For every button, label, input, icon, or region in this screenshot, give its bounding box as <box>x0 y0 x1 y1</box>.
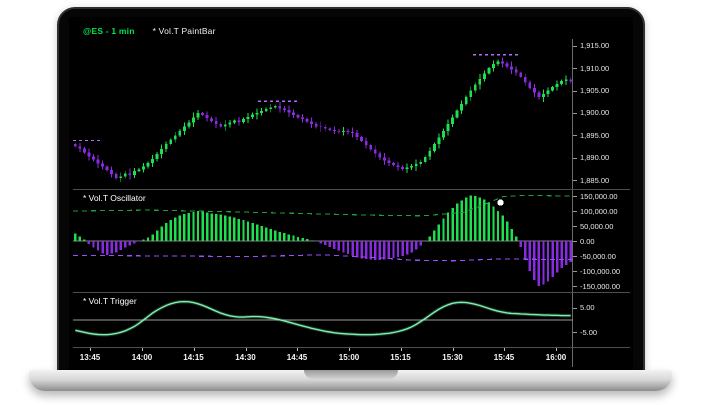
time-axis-tick <box>194 348 195 351</box>
laptop-mockup: @ES - 1 min * Vol.T PaintBar 1,915.001,9… <box>0 0 701 405</box>
y-axis-label: 1,905.00 <box>580 86 609 95</box>
trigger-plot[interactable]: * Vol.T Trigger <box>73 293 573 347</box>
time-axis-tick <box>246 348 247 351</box>
price-candles-svg[interactable] <box>73 39 573 189</box>
y-axis-tick <box>573 68 577 69</box>
time-axis[interactable]: 13:45 14:00 14:15 14:30 14:45 15:00 15:15 15:30… <box>73 348 573 367</box>
oscillator-title[interactable]: * Vol.T Oscillator <box>83 193 146 203</box>
y-axis-label: 1,890.00 <box>580 153 609 162</box>
y-axis-label: 1,900.00 <box>580 108 609 117</box>
y-axis-label: -100,000.00 <box>580 267 620 276</box>
time-axis-label: 14:30 <box>235 353 255 362</box>
price-plot[interactable] <box>73 39 573 189</box>
oscillator-histogram-svg[interactable] <box>73 190 573 292</box>
trigger-line-svg[interactable] <box>73 293 573 347</box>
trading-chart-window: @ES - 1 min * Vol.T PaintBar 1,915.001,9… <box>73 23 630 370</box>
trigger-line-glow <box>75 302 570 335</box>
y-axis-tick <box>573 135 577 136</box>
laptop-screen: @ES - 1 min * Vol.T PaintBar 1,915.001,9… <box>57 7 645 372</box>
marker-dot <box>497 199 503 205</box>
time-axis-label: 15:15 <box>390 353 410 362</box>
y-axis-label: 50,000.00 <box>580 222 613 231</box>
y-axis-tick <box>573 256 577 257</box>
y-axis-label: -5.00 <box>580 328 597 337</box>
y-axis-label: 0.00 <box>580 237 595 246</box>
y-axis-tick <box>573 211 577 212</box>
laptop-notch <box>304 370 398 379</box>
y-axis-label: 1,910.00 <box>580 64 609 73</box>
y-axis-tick <box>573 308 577 309</box>
y-axis-tick <box>573 332 577 333</box>
time-axis-tick <box>556 348 557 351</box>
time-axis-tick <box>90 348 91 351</box>
y-axis-tick <box>573 46 577 47</box>
y-axis-tick <box>573 271 577 272</box>
oscillator-axis[interactable]: 150,000.00 100,000.00 50,000.00 0.00 -50,000… <box>573 190 629 292</box>
y-axis-label: -50,000.00 <box>580 252 616 261</box>
chart-header: @ES - 1 min * Vol.T PaintBar <box>73 23 630 39</box>
symbol-interval-label[interactable]: @ES - 1 min <box>83 26 135 36</box>
oscillator-plot[interactable]: * Vol.T Oscillator <box>73 190 573 292</box>
time-axis-tick <box>504 348 505 351</box>
time-axis-label: 15:45 <box>494 353 514 362</box>
time-axis-row: 13:45 14:00 14:15 14:30 14:45 15:00 15:15 15:30… <box>73 347 630 367</box>
price-panel: 1,915.00 1,910.00 1,905.00 1,900.00 1,895.00… <box>73 39 630 189</box>
y-axis-tick <box>573 158 577 159</box>
time-axis-corner <box>573 348 629 367</box>
time-axis-label: 14:15 <box>183 353 203 362</box>
time-axis-tick <box>453 348 454 351</box>
y-axis-label: 1,885.00 <box>580 176 609 185</box>
y-axis-label: 100,000.00 <box>580 207 618 216</box>
y-axis-tick <box>573 286 577 287</box>
time-axis-label: 14:00 <box>132 353 152 362</box>
y-axis-tick <box>573 241 577 242</box>
y-axis-tick <box>573 113 577 114</box>
trigger-axis[interactable]: 5.00 -5.00 <box>573 293 629 347</box>
price-axis[interactable]: 1,915.00 1,910.00 1,905.00 1,900.00 1,895.00… <box>573 39 629 189</box>
time-axis-tick <box>142 348 143 351</box>
y-axis-label: -150,000.00 <box>580 282 620 291</box>
candlesticks <box>74 57 572 181</box>
time-axis-label: 15:30 <box>442 353 462 362</box>
y-axis-label: 1,895.00 <box>580 131 609 140</box>
laptop-display: @ES - 1 min * Vol.T PaintBar 1,915.001,9… <box>69 17 633 370</box>
time-axis-tick <box>297 348 298 351</box>
lower-band-line <box>73 255 573 261</box>
paintbar-indicator-label[interactable]: * Vol.T PaintBar <box>153 26 216 36</box>
time-axis-tick <box>401 348 402 351</box>
time-axis-label: 14:45 <box>287 353 307 362</box>
y-axis-label: 150,000.00 <box>580 192 618 201</box>
oscillator-panel: * Vol.T Oscillator 150,000.00 100,000.00 5… <box>73 189 630 292</box>
y-axis-tick <box>573 226 577 227</box>
y-axis-tick <box>573 180 577 181</box>
y-axis-tick <box>573 196 577 197</box>
y-axis-tick <box>573 91 577 92</box>
time-axis-label: 15:00 <box>339 353 359 362</box>
time-axis-label: 16:00 <box>546 353 566 362</box>
time-axis-tick <box>349 348 350 351</box>
y-axis-label: 5.00 <box>580 303 595 312</box>
trigger-title[interactable]: * Vol.T Trigger <box>83 296 137 306</box>
y-axis-label: 1,915.00 <box>580 41 609 50</box>
time-axis-label: 13:45 <box>80 353 100 362</box>
trigger-panel: * Vol.T Trigger 5.00 -5.00 <box>73 292 630 347</box>
